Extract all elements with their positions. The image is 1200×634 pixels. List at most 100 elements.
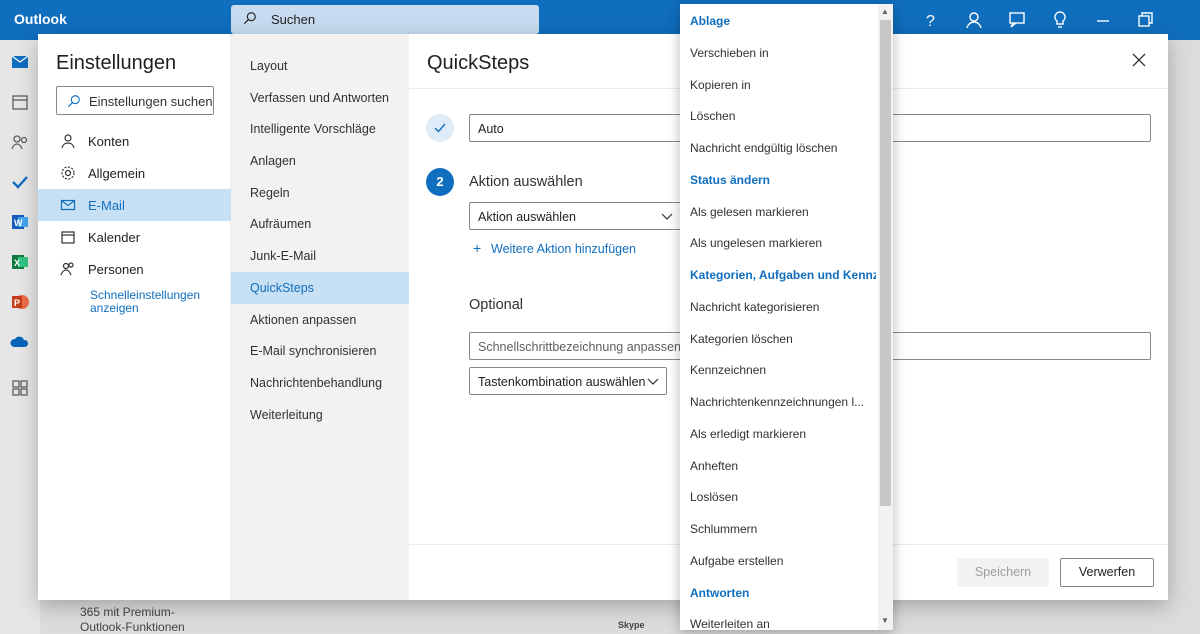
quick-settings-link[interactable]: Schnelleinstellungen anzeigen	[90, 289, 220, 315]
menu-item[interactable]: Als gelesen markieren	[680, 197, 878, 227]
menu-item[interactable]: Schlummern	[680, 514, 878, 544]
section-quicksteps[interactable]: QuickSteps	[231, 272, 409, 304]
feedback-icon[interactable]	[1007, 10, 1027, 30]
menu-group-label: Ablage	[690, 14, 731, 28]
section-label: Junk-E-Mail	[250, 249, 316, 263]
action-dropdown-value: Aktion auswählen	[478, 210, 576, 224]
section-layout[interactable]: Layout	[231, 50, 409, 82]
menu-group-header: Status ändern	[680, 165, 878, 195]
menu-item[interactable]: Anheften	[680, 451, 878, 481]
calendar-icon[interactable]	[10, 92, 30, 112]
section-label: Aufräumen	[250, 217, 312, 231]
menu-item[interactable]: Kategorien löschen	[680, 324, 878, 354]
section-label: Intelligente Vorschläge	[250, 122, 376, 136]
search-box[interactable]: Suchen	[231, 5, 539, 34]
premium-line1: 365 mit Premium-	[80, 605, 175, 619]
account-icon[interactable]	[964, 10, 984, 30]
apps-icon[interactable]	[10, 378, 30, 398]
menu-item-label: Kopieren in	[690, 78, 751, 92]
section-label: Layout	[250, 59, 288, 73]
section-label: Verfassen und Antworten	[250, 91, 389, 105]
section-rules[interactable]: Regeln	[231, 177, 409, 209]
menu-item[interactable]: Kennzeichnen	[680, 355, 878, 385]
menu-item[interactable]: Weiterleiten an	[680, 609, 878, 630]
discard-button[interactable]: Verwerfen	[1060, 558, 1154, 587]
menu-item[interactable]: Löschen	[680, 101, 878, 131]
svg-text:W: W	[14, 218, 23, 228]
mail-settings-sections: Layout Verfassen und Antworten Intellige…	[231, 34, 409, 600]
lightbulb-icon[interactable]	[1050, 10, 1070, 30]
menu-item-label: Aufgabe erstellen	[690, 554, 784, 568]
scroll-up-icon[interactable]: ▲	[879, 7, 891, 17]
section-forwarding[interactable]: Weiterleitung	[231, 399, 409, 431]
menu-item[interactable]: Nachrichtenkennzeichnungen l...	[680, 387, 878, 417]
step-number-badge: 2	[426, 168, 454, 196]
section-suggestions[interactable]: Intelligente Vorschläge	[231, 113, 409, 145]
menu-scrollbar-thumb[interactable]	[880, 20, 891, 506]
search-icon	[67, 95, 80, 108]
settings-title: Einstellungen	[56, 52, 177, 74]
section-label: Regeln	[250, 186, 290, 200]
gear-icon	[61, 166, 75, 180]
category-label: Personen	[88, 262, 144, 277]
menu-item-label: Kategorien löschen	[690, 332, 793, 346]
search-icon	[243, 12, 256, 25]
onedrive-icon[interactable]	[10, 332, 30, 352]
menu-group-label: Status ändern	[690, 173, 771, 187]
word-icon[interactable]: W	[10, 212, 30, 232]
action-dropdown[interactable]: Aktion auswählen	[469, 202, 683, 230]
add-action-button[interactable]: + Weitere Aktion hinzufügen	[473, 240, 636, 256]
category-allgemein[interactable]: Allgemein	[38, 157, 231, 189]
section-label: Anlagen	[250, 154, 296, 168]
app-name[interactable]: Outlook	[14, 11, 67, 27]
menu-item[interactable]: Als erledigt markieren	[680, 419, 878, 449]
category-label: Konten	[88, 134, 130, 149]
todo-icon[interactable]	[10, 172, 30, 192]
menu-item[interactable]: Kopieren in	[680, 70, 878, 100]
category-label: Kalender	[88, 230, 141, 245]
menu-item[interactable]: Nachricht kategorisieren	[680, 292, 878, 322]
menu-item-label: Loslösen	[690, 490, 739, 504]
section-label: Nachrichtenbehandlung	[250, 376, 383, 390]
section-attachments[interactable]: Anlagen	[231, 145, 409, 177]
menu-item[interactable]: Verschieben in	[680, 38, 878, 68]
category-personen[interactable]: Personen	[38, 253, 231, 285]
scroll-down-icon[interactable]: ▼	[879, 616, 891, 626]
section-label: Aktionen anpassen	[250, 313, 357, 327]
menu-group-header: Kategorien, Aufgaben und Kennze	[680, 260, 878, 290]
excel-icon[interactable]: X	[10, 252, 30, 272]
category-kalender[interactable]: Kalender	[38, 221, 231, 253]
section-sync[interactable]: E-Mail synchronisieren	[231, 335, 409, 367]
powerpoint-icon[interactable]: P	[10, 292, 30, 312]
category-email[interactable]: E-Mail	[38, 189, 231, 221]
menu-item[interactable]: Nachricht endgültig löschen	[680, 133, 878, 163]
menu-item[interactable]: Loslösen	[680, 482, 878, 512]
menu-item[interactable]: Als ungelesen markieren	[680, 228, 878, 258]
background-premium-text: 365 mit Premium- Outlook-Funktionen	[80, 605, 185, 634]
menu-item-label: Nachrichtenkennzeichnungen l...	[690, 395, 865, 409]
restore-icon[interactable]	[1135, 10, 1155, 30]
section-customize-actions[interactable]: Aktionen anpassen	[231, 304, 409, 336]
category-konten[interactable]: Konten	[38, 125, 231, 157]
people-icon[interactable]	[10, 132, 30, 152]
section-message-handling[interactable]: Nachrichtenbehandlung	[231, 367, 409, 399]
menu-item[interactable]: Aufgabe erstellen	[680, 546, 878, 576]
section-sweep[interactable]: Aufräumen	[231, 208, 409, 240]
minimize-icon[interactable]	[1093, 10, 1113, 30]
save-button[interactable]: Speichern	[957, 558, 1049, 587]
section-compose[interactable]: Verfassen und Antworten	[231, 82, 409, 114]
mail-icon[interactable]	[10, 52, 30, 72]
close-icon[interactable]	[1130, 51, 1148, 69]
calendar-icon	[61, 231, 75, 244]
menu-item-label: Löschen	[690, 109, 736, 123]
section-label: E-Mail synchronisieren	[250, 344, 377, 358]
step-complete-badge	[426, 114, 454, 142]
shortcut-dropdown[interactable]: Tastenkombination auswählen	[469, 367, 667, 395]
help-icon[interactable]: ?	[920, 10, 940, 30]
menu-item-label: Als erledigt markieren	[690, 427, 807, 441]
section-junk[interactable]: Junk-E-Mail	[231, 240, 409, 272]
menu-group-header: Antworten	[680, 578, 878, 608]
settings-search-placeholder: Einstellungen suchen	[89, 94, 213, 109]
settings-search-input[interactable]: Einstellungen suchen	[56, 86, 214, 115]
background-skype-label: Skype	[618, 620, 645, 630]
